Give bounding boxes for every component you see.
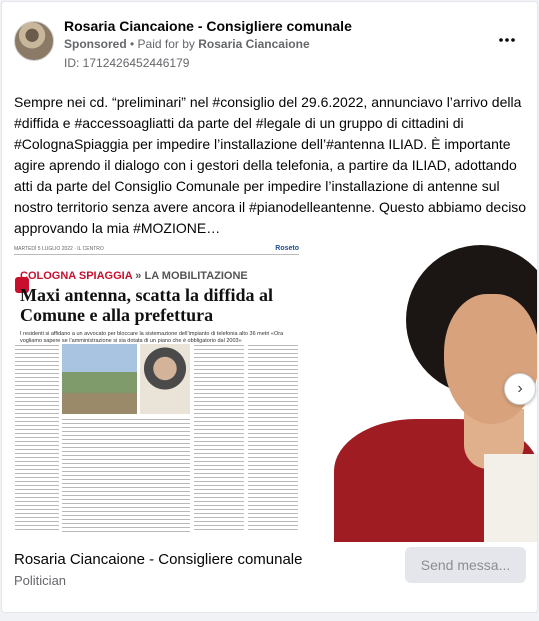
newspaper-column-1 <box>15 345 59 533</box>
ad-card: Rosaria Ciancaione - Consigliere comunal… <box>1 1 538 613</box>
carousel-next-button[interactable]: › <box>504 373 536 405</box>
more-options-button[interactable] <box>495 30 519 50</box>
newspaper-subhead: I residenti si affidano a un avvocato pe… <box>20 331 284 344</box>
newspaper-column-2 <box>62 419 190 533</box>
portrait-blouse <box>484 454 537 542</box>
post-meta: Sponsored • Paid for by Rosaria Ciancaio… <box>64 37 310 51</box>
sponsored-label[interactable]: Sponsored <box>64 37 127 51</box>
footer-page-name[interactable]: Rosaria Ciancaione - Consigliere comunal… <box>14 551 302 568</box>
newspaper-column-4 <box>248 345 298 533</box>
ad-id: ID: 1712426452446179 <box>64 56 190 70</box>
newspaper-section-name: Roseto <box>275 245 299 252</box>
paid-for-label: Paid for by Rosaria Ciancaione <box>138 37 310 51</box>
newspaper-headline: Maxi antenna, scatta la diffida al Comun… <box>20 285 274 325</box>
paid-for-name: Rosaria Ciancaione <box>198 37 310 51</box>
chevron-right-icon: › <box>517 380 523 397</box>
newspaper-date: MARTEDÌ 5 LUGLIO 2022 · IL CENTRO <box>14 246 104 252</box>
send-message-button[interactable]: Send messa... <box>405 547 526 583</box>
newspaper-section: COLOGNA SPIAGGIA » LA MOBILITAZIONE <box>20 270 248 282</box>
carousel-slide-newspaper[interactable]: MARTEDÌ 5 LUGLIO 2022 · IL CENTRO Roseto… <box>12 241 301 536</box>
post-text: Sempre nei cd. “preliminari” nel #consig… <box>14 94 527 236</box>
newspaper-photo-portrait <box>140 344 190 414</box>
media-carousel[interactable]: MARTEDÌ 5 LUGLIO 2022 · IL CENTRO Roseto… <box>2 239 537 542</box>
avatar[interactable] <box>14 21 54 61</box>
newspaper-column-3 <box>194 345 244 533</box>
footer-category: Politician <box>14 573 67 588</box>
post-header: Rosaria Ciancaione - Consigliere comunal… <box>2 2 537 80</box>
page-name-link[interactable]: Rosaria Ciancaione - Consigliere comunal… <box>64 18 352 34</box>
meta-separator: • <box>126 37 138 51</box>
section-red: COLOGNA SPIAGGIA <box>20 270 133 282</box>
paid-for-prefix: Paid for by <box>137 37 199 51</box>
more-dots-icon <box>499 38 515 42</box>
newspaper-photo-landscape <box>62 344 137 414</box>
ad-footer: Rosaria Ciancaione - Consigliere comunal… <box>2 542 537 612</box>
newspaper-top-bar: MARTEDÌ 5 LUGLIO 2022 · IL CENTRO Roseto <box>14 245 299 255</box>
section-gray: » LA MOBILITAZIONE <box>132 270 248 282</box>
